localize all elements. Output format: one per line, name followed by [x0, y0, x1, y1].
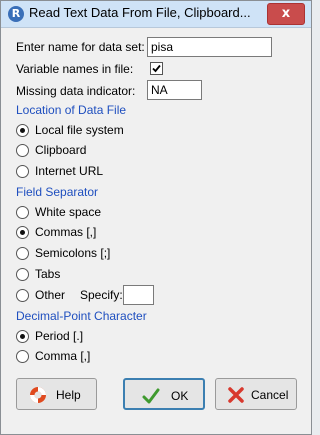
radio-label-clipboard: Clipboard: [35, 143, 87, 157]
specify-separator-input[interactable]: [123, 285, 154, 305]
ok-button[interactable]: OK: [123, 378, 205, 410]
help-button-label: Help: [56, 388, 81, 402]
radio-tabs[interactable]: [16, 268, 29, 281]
radio-label-other: Other: [35, 288, 66, 302]
radio-other[interactable]: [16, 289, 29, 302]
title-bar: R Read Text Data From File, Clipboard...…: [1, 1, 311, 28]
close-icon: x: [281, 6, 291, 21]
location-section-title: Location of Data File: [16, 103, 127, 117]
cancel-button-label: Cancel: [251, 388, 289, 402]
dataset-name-input[interactable]: pisa: [147, 37, 272, 57]
missing-data-input[interactable]: NA: [147, 80, 202, 100]
variable-names-label: Variable names in file:: [16, 62, 134, 76]
checkmark-icon: [152, 64, 161, 73]
radio-label-commas: Commas [,]: [35, 225, 97, 239]
specify-label: Specify:: [80, 288, 123, 302]
dataset-name-label: Enter name for data set:: [16, 40, 145, 54]
radio-white-space[interactable]: [16, 206, 29, 219]
radio-commas[interactable]: [16, 226, 29, 239]
radio-internet-url[interactable]: [16, 165, 29, 178]
variable-names-checkbox[interactable]: [150, 62, 163, 75]
decimal-section-title: Decimal-Point Character: [16, 309, 147, 323]
radio-label-internet-url: Internet URL: [35, 164, 104, 178]
cancel-button[interactable]: Cancel: [215, 378, 297, 410]
radio-local-file-system[interactable]: [16, 124, 29, 137]
radio-label-tabs: Tabs: [35, 267, 61, 281]
close-button[interactable]: x: [267, 3, 305, 25]
radio-comma[interactable]: [16, 350, 29, 363]
window-title: Read Text Data From File, Clipboard...: [29, 5, 251, 20]
radio-label-period: Period [.]: [35, 329, 84, 343]
lifebuoy-icon: [30, 387, 46, 403]
cancel-x-icon: [228, 387, 244, 403]
radio-clipboard[interactable]: [16, 144, 29, 157]
separator-section-title: Field Separator: [16, 185, 99, 199]
r-app-icon: R: [8, 6, 24, 22]
radio-label-white-space: White space: [35, 205, 102, 219]
missing-data-label: Missing data indicator:: [16, 84, 136, 98]
checkmark-ok-icon: [142, 388, 160, 404]
ok-button-label: OK: [171, 389, 189, 403]
radio-label-comma: Comma [,]: [35, 349, 91, 363]
radio-label-semicolons: Semicolons [;]: [35, 246, 111, 260]
radio-semicolons[interactable]: [16, 247, 29, 260]
help-button[interactable]: Help: [16, 378, 97, 410]
radio-label-local-file-system: Local file system: [35, 123, 124, 137]
radio-period[interactable]: [16, 330, 29, 343]
dialog-window: R Read Text Data From File, Clipboard...…: [0, 0, 312, 435]
